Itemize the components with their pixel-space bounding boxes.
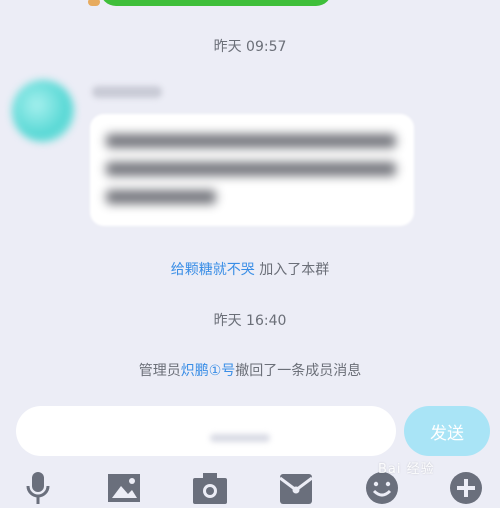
recall-notice-prefix: 管理员 [138, 363, 181, 379]
admin-name-link[interactable]: 炽鹏①号 [181, 363, 236, 379]
plus-icon[interactable] [446, 466, 486, 506]
send-button[interactable]: 发送 [404, 406, 490, 456]
previous-message-avatar [88, 0, 100, 6]
member-nickname [92, 86, 162, 98]
input-hint [210, 434, 270, 442]
camera-icon[interactable] [190, 466, 230, 506]
timestamp: 昨天 09:57 [213, 39, 287, 55]
join-notice: 给颗糖就不哭 加入了本群 [0, 259, 500, 279]
microphone-icon[interactable] [18, 466, 58, 506]
recall-notice: 管理员炽鹏①号撤回了一条成员消息 [0, 360, 500, 380]
message-bubble[interactable] [90, 114, 414, 226]
member-avatar[interactable] [12, 80, 74, 142]
previous-message-bubble[interactable] [100, 0, 332, 6]
message-input[interactable] [16, 406, 396, 456]
recall-notice-suffix: 撤回了一条成员消息 [235, 363, 362, 379]
joined-member-link[interactable]: 给颗糖就不哭 [171, 262, 255, 278]
watermark: Bai 经验 [378, 462, 435, 477]
red-packet-icon[interactable] [276, 466, 316, 506]
timestamp: 昨天 16:40 [213, 313, 287, 329]
image-icon[interactable] [104, 466, 144, 506]
join-notice-text: 加入了本群 [254, 262, 330, 278]
